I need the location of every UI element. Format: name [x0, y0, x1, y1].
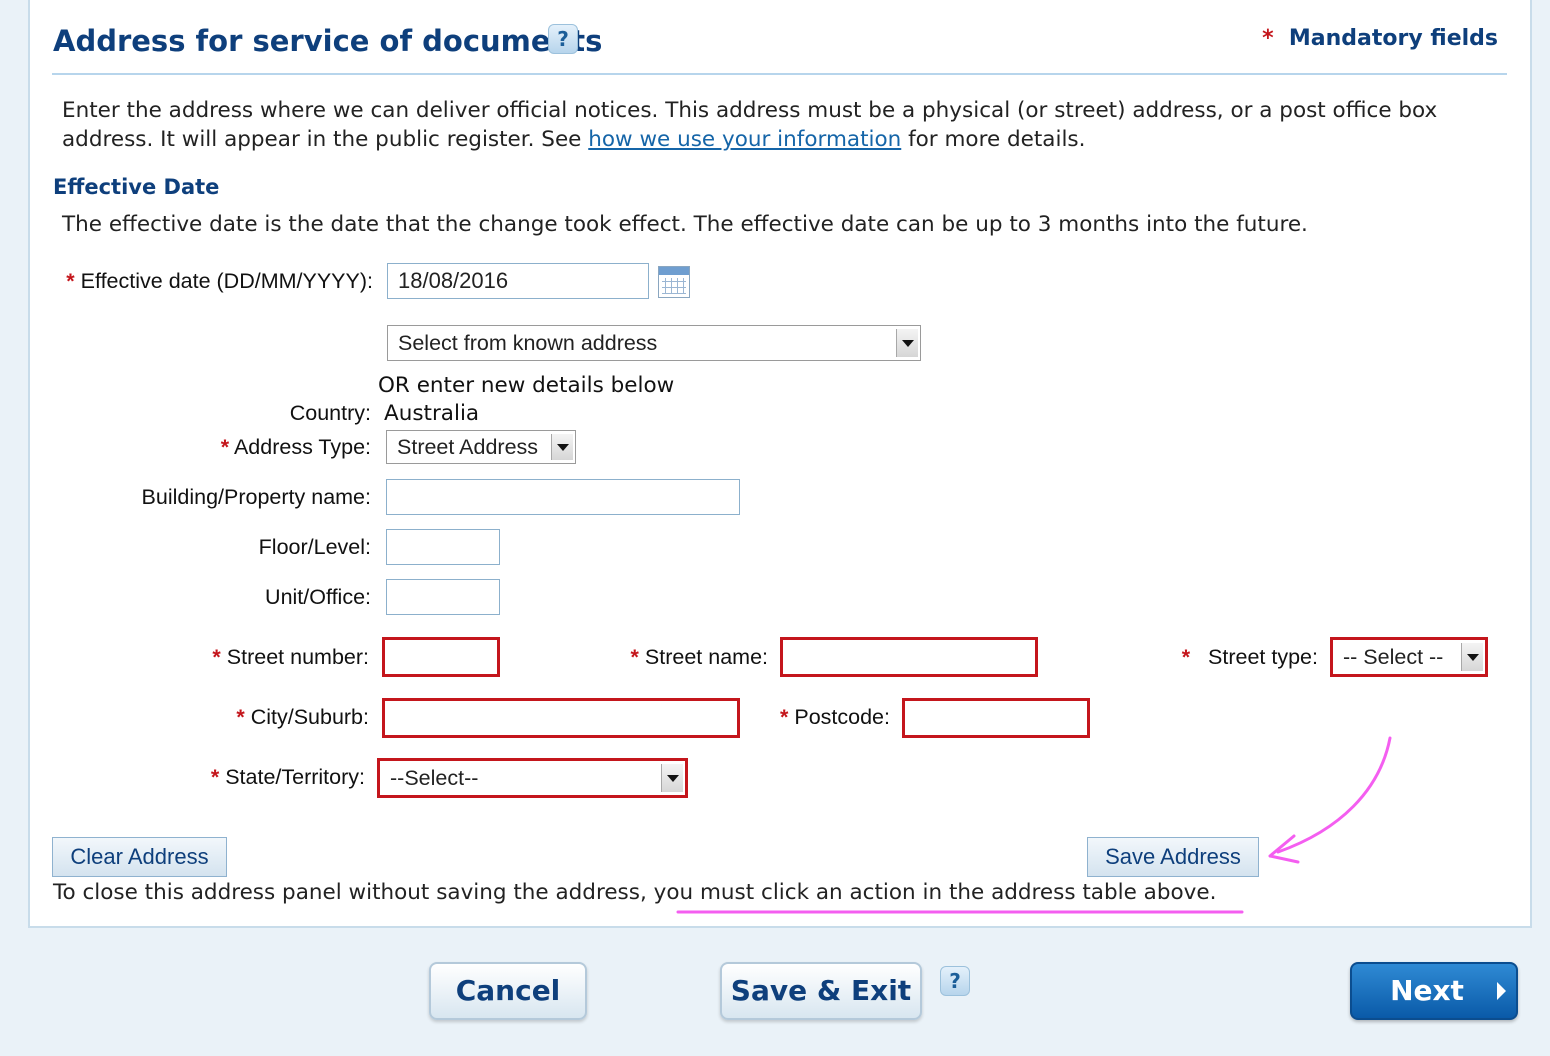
chevron-right-icon: [1497, 982, 1506, 1000]
next-button[interactable]: Next: [1350, 962, 1518, 1020]
cancel-button[interactable]: Cancel: [429, 962, 587, 1020]
help-icon[interactable]: ?: [940, 966, 970, 996]
next-button-label: Next: [1390, 974, 1464, 1007]
annotation-overlay: [676, 736, 1392, 914]
save-and-exit-button[interactable]: Save & Exit: [720, 962, 922, 1020]
